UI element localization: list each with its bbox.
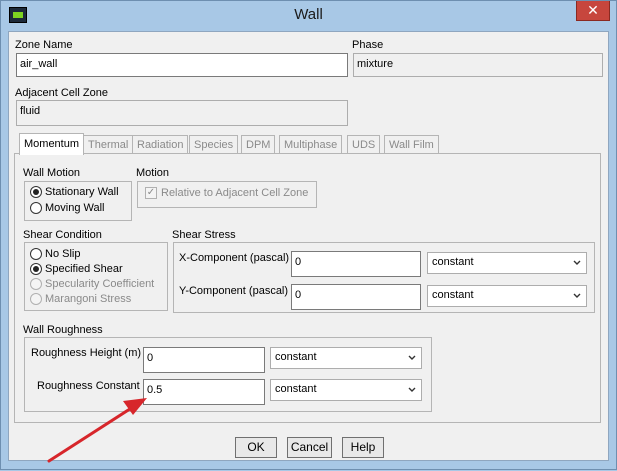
tab-momentum[interactable]: Momentum: [19, 133, 85, 155]
wall-dialog: Wall ✕ Zone Name air_wall Phase mixture …: [0, 0, 617, 470]
annotation-arrow-icon: [47, 398, 147, 463]
